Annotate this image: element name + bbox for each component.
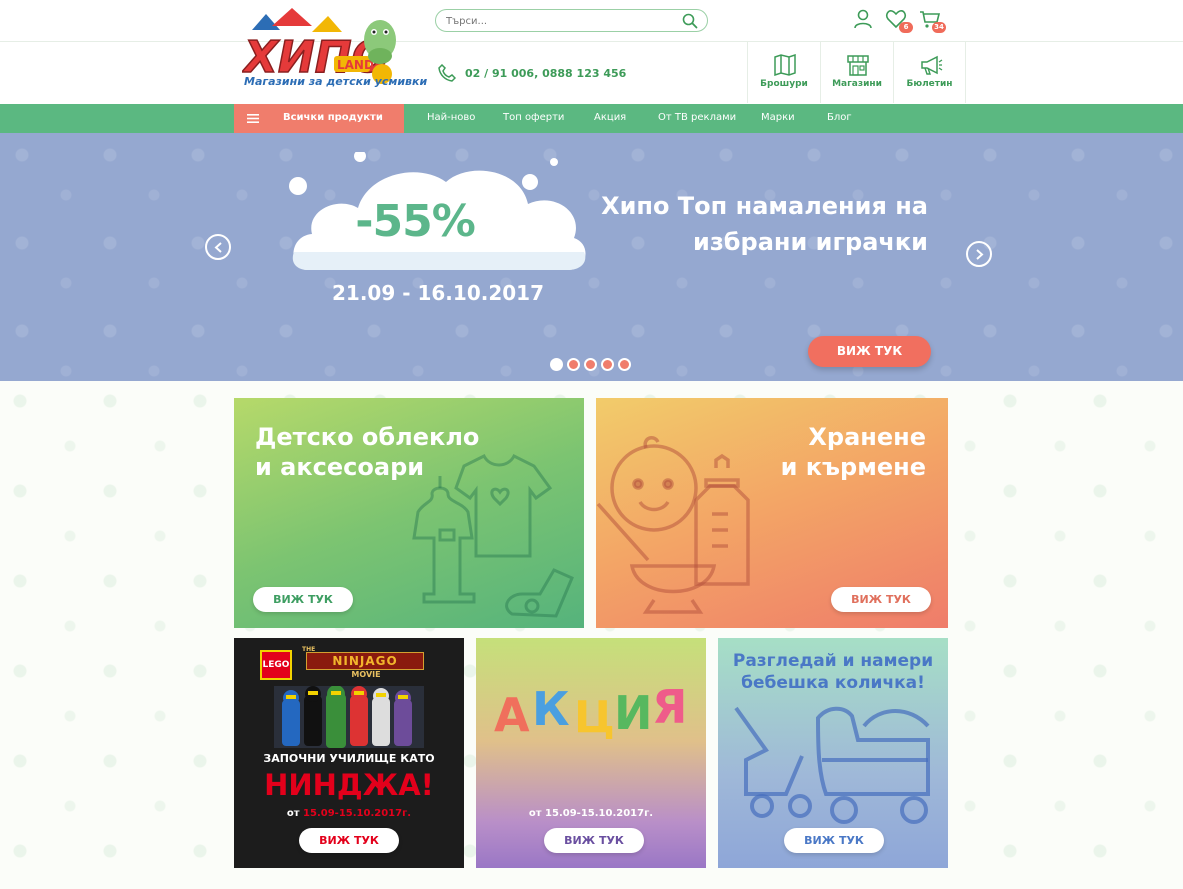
slider-dot-4[interactable] xyxy=(601,358,614,371)
store-icon xyxy=(847,55,869,76)
hero-title: Хипо Топ намаления на избрани играчки xyxy=(560,188,928,260)
hero-discount: -55% xyxy=(355,196,476,247)
tile-stroller-line2: бебешка количка! xyxy=(741,673,925,693)
logo-tagline: Магазини за детски усмивки xyxy=(244,75,428,88)
tile-feeding[interactable]: Хранене и кърмене ВИЖ ТУК xyxy=(596,398,948,628)
chevron-left-icon xyxy=(214,242,222,253)
nav-item-blog[interactable]: Блог xyxy=(827,112,852,123)
search-bar[interactable] xyxy=(435,9,708,32)
wishlist-count-badge: 6 xyxy=(899,22,913,33)
tile-feeding-line2: и кърмене xyxy=(780,453,926,481)
movie-word: MOVIE xyxy=(351,670,381,679)
hero-title-line1: Хипо Топ намаления на xyxy=(601,192,928,220)
promo-letter-1: А xyxy=(494,688,530,742)
header-divider xyxy=(0,41,1183,42)
tile-lego[interactable]: LEGO THE NINJAGO MOVIE ЗАПОЧНИ УЧИЛИЩЕ К… xyxy=(234,638,464,868)
tile-clothing-line2: и аксесоари xyxy=(255,453,425,481)
promo-letter-5: Я xyxy=(652,680,688,734)
main-navigation xyxy=(0,104,1183,133)
nav-item-top-offers[interactable]: Топ оферти xyxy=(503,112,564,123)
nav-item-newest[interactable]: Най-ново xyxy=(427,112,475,123)
lego-headline: ЗАПОЧНИ УЧИЛИЩЕ КАТО xyxy=(263,752,435,765)
phone-icon xyxy=(438,64,456,82)
newsletter-link[interactable]: Бюлетин xyxy=(893,42,966,103)
lego-dates-value: 15.09-15.10.2017г. xyxy=(303,808,412,819)
all-products-label: Всички продукти xyxy=(283,112,383,123)
tile-feeding-title: Хранене и кърмене xyxy=(781,422,926,482)
brochures-link[interactable]: Брошури xyxy=(747,42,820,103)
tile-stroller-line1: Разгледай и намери xyxy=(732,651,934,671)
slider-dot-2[interactable] xyxy=(567,358,580,371)
slider-dot-5[interactable] xyxy=(618,358,631,371)
tile-lego-button[interactable]: ВИЖ ТУК xyxy=(299,828,399,853)
cart-count-badge: 34 xyxy=(932,22,946,33)
map-icon xyxy=(774,54,796,76)
lego-dates-prefix: от xyxy=(286,808,304,819)
stores-link[interactable]: Магазини xyxy=(820,42,893,103)
all-products-menu[interactable]: Всички продукти xyxy=(234,104,404,133)
brochures-label: Брошури xyxy=(760,79,808,89)
phone-numbers[interactable]: 02 / 91 006, 0888 123 456 xyxy=(465,67,626,80)
promo-letter-2: К xyxy=(532,682,570,736)
stores-label: Магазини xyxy=(832,79,882,89)
lego-logo-text: LEGO xyxy=(262,660,290,670)
tile-clothing[interactable]: Детско облекло и аксесоари ВИЖ ТУК xyxy=(234,398,584,628)
promo-letters: А К Ц И Я xyxy=(494,680,694,752)
slider-dot-1[interactable] xyxy=(550,358,563,371)
newsletter-label: Бюлетин xyxy=(906,79,953,89)
promo-letter-3: Ц xyxy=(574,692,615,743)
hero-next-button[interactable] xyxy=(966,241,992,267)
tile-feeding-line1: Хранене xyxy=(808,423,926,451)
ninja-minifigures-image xyxy=(274,686,424,748)
ninjago-title: NINJAGO xyxy=(306,652,424,670)
tile-stroller-title: Разгледай и намери бебешка количка! xyxy=(718,650,948,694)
hamburger-menu-icon xyxy=(247,114,259,123)
search-input[interactable] xyxy=(446,12,676,30)
lego-dates: от 15.09-15.10.2017г. xyxy=(234,808,464,819)
chevron-right-icon xyxy=(976,249,984,260)
hero-dates: 21.09 - 16.10.2017 xyxy=(331,281,544,305)
user-account-icon[interactable] xyxy=(852,8,874,30)
lego-logo: LEGO xyxy=(260,650,292,680)
stroller-icon xyxy=(734,706,930,824)
tile-clothing-title: Детско облекло и аксесоари xyxy=(255,422,479,482)
hero-title-line2: избрани играчки xyxy=(693,228,928,256)
promo-dates: от 15.09-15.10.2017г. xyxy=(528,808,654,819)
search-icon[interactable] xyxy=(682,13,698,29)
tile-promo-button[interactable]: ВИЖ ТУК xyxy=(544,828,644,853)
hero-cta-button[interactable]: ВИЖ ТУК xyxy=(808,336,931,367)
tile-promo[interactable]: А К Ц И Я от 15.09-15.10.2017г. ВИЖ ТУК xyxy=(476,638,706,868)
tile-clothing-line1: Детско облекло xyxy=(255,423,480,451)
nav-item-tv-ads[interactable]: От ТВ реклами xyxy=(658,112,736,123)
megaphone-icon xyxy=(921,55,943,75)
lego-headline-big: НИНДЖА! xyxy=(264,768,434,802)
nav-item-promo[interactable]: Акция xyxy=(594,112,626,123)
tile-clothing-button[interactable]: ВИЖ ТУК xyxy=(253,587,353,612)
slider-dot-3[interactable] xyxy=(584,358,597,371)
baby-feeding-icon xyxy=(596,436,750,614)
logo-sub-text: LAND xyxy=(337,58,374,72)
tile-stroller-button[interactable]: ВИЖ ТУК xyxy=(784,828,884,853)
nav-item-brands[interactable]: Марки xyxy=(761,112,795,123)
tile-stroller[interactable]: Разгледай и намери бебешка количка! ВИЖ … xyxy=(718,638,948,868)
tile-feeding-button[interactable]: ВИЖ ТУК xyxy=(831,587,931,612)
hero-prev-button[interactable] xyxy=(205,234,231,260)
promo-letter-4: И xyxy=(614,686,653,740)
